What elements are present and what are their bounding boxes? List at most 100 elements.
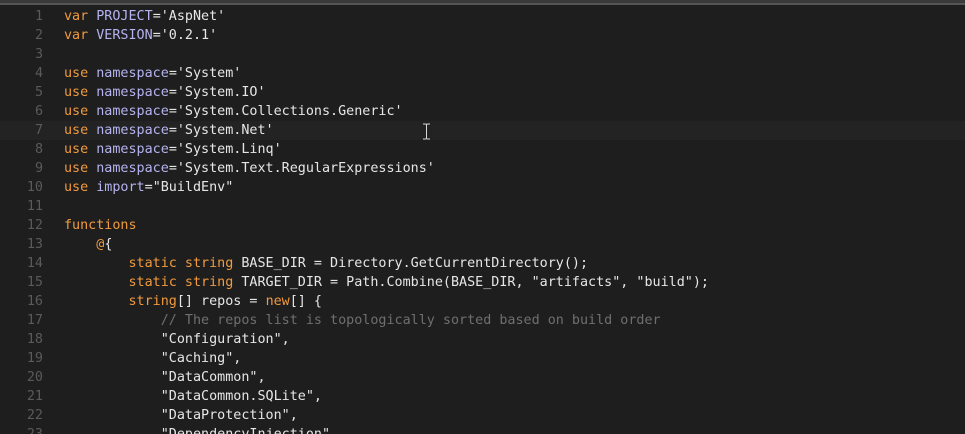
code-token: "Configuration", xyxy=(64,332,290,347)
code-token: use xyxy=(64,180,97,195)
code-token: static string xyxy=(128,256,242,271)
code-token: "BuildEnv" xyxy=(152,180,234,195)
code-text[interactable]: use import="BuildEnv" xyxy=(64,178,233,197)
code-token: = xyxy=(152,28,161,43)
code-token: = xyxy=(168,85,177,100)
code-token: use xyxy=(64,123,97,138)
code-line[interactable]: 16 string[] repos = new[] { xyxy=(0,292,965,311)
code-line[interactable]: 1 var PROJECT='AspNet' xyxy=(0,7,965,26)
code-line[interactable]: 6 use namespace='System.Collections.Gener… xyxy=(0,102,965,121)
code-line[interactable]: 21 "DataCommon.SQLite", xyxy=(0,387,965,406)
code-line[interactable]: 5 use namespace='System.IO' xyxy=(0,83,965,102)
code-text[interactable]: "DataProtection", xyxy=(64,406,298,425)
code-token: use xyxy=(64,104,97,119)
code-line[interactable]: 9 use namespace='System.Text.RegularExpre… xyxy=(0,159,965,178)
code-line[interactable]: 8 use namespace='System.Linq' xyxy=(0,140,965,159)
code-token: namespace xyxy=(96,85,169,100)
code-text[interactable]: // The repos list is topologically sorte… xyxy=(64,311,661,330)
code-line[interactable]: 13 @{ xyxy=(0,235,965,254)
line-number: 1 xyxy=(34,9,43,24)
code-token: functions xyxy=(64,218,137,233)
code-text[interactable]: "DependencyInjection", xyxy=(64,425,338,434)
code-line[interactable]: 15 static string TARGET_DIR = Path.Combi… xyxy=(0,273,965,292)
code-token: = xyxy=(144,180,153,195)
line-number: 18 xyxy=(26,332,43,347)
code-line[interactable]: 12 functions xyxy=(0,216,965,235)
code-token: var xyxy=(64,9,97,24)
code-line[interactable]: 14 static string BASE_DIR = Directory.Ge… xyxy=(0,254,965,273)
line-number: 9 xyxy=(34,161,43,176)
code-token: BASE_DIR = Directory.GetCurrentDirectory… xyxy=(241,256,589,271)
code-text[interactable]: @{ xyxy=(64,235,112,254)
code-token: use xyxy=(64,85,97,100)
code-text[interactable]: string[] repos = new[] { xyxy=(64,292,323,311)
code-line[interactable]: 23 "DependencyInjection", xyxy=(0,425,965,434)
code-token: [] repos = xyxy=(176,294,266,309)
code-text[interactable]: var PROJECT='AspNet' xyxy=(64,7,225,26)
code-token: '0.2.1' xyxy=(160,28,218,43)
line-number: 5 xyxy=(34,85,43,100)
code-line[interactable]: 22 "DataProtection", xyxy=(0,406,965,425)
code-token: = xyxy=(168,142,177,157)
code-line[interactable]: 17 // The repos list is topologically so… xyxy=(0,311,965,330)
code-token: "DataCommon.SQLite", xyxy=(64,389,322,404)
code-line[interactable]: 18 "Configuration", xyxy=(0,330,965,349)
code-token: namespace xyxy=(96,66,169,81)
code-line[interactable]: 2 var VERSION='0.2.1' xyxy=(0,26,965,45)
code-text[interactable]: use namespace='System.Text.RegularExpres… xyxy=(64,159,435,178)
code-token: = xyxy=(152,9,161,24)
code-line[interactable]: 11 xyxy=(0,197,965,216)
code-token: 'System.Net' xyxy=(176,123,274,138)
code-token: PROJECT xyxy=(96,9,153,24)
code-text[interactable]: use namespace='System' xyxy=(64,64,241,83)
code-token: 'System.Collections.Generic' xyxy=(176,104,403,119)
code-token: "DataProtection", xyxy=(64,408,298,423)
line-number: 23 xyxy=(0,425,43,434)
line-number: 3 xyxy=(34,47,43,62)
code-line[interactable]: 4 use namespace='System' xyxy=(0,64,965,83)
code-token: 'System' xyxy=(176,66,242,81)
code-text[interactable]: use namespace='System.IO' xyxy=(64,83,266,102)
code-text[interactable]: functions xyxy=(64,216,137,235)
code-text[interactable]: static string TARGET_DIR = Path.Combine(… xyxy=(64,273,709,292)
code-token: new xyxy=(265,294,290,309)
line-number: 2 xyxy=(34,28,43,43)
editor-top-strip xyxy=(0,0,965,3)
code-token: use xyxy=(64,161,97,176)
code-lines[interactable]: 1 var PROJECT='AspNet' 2 var VERSION='0.2.1… xyxy=(0,7,965,434)
code-text[interactable]: use namespace='System.Net' xyxy=(64,121,274,140)
line-number: 14 xyxy=(26,256,43,271)
code-text[interactable]: "Configuration", xyxy=(64,330,290,349)
code-token: string xyxy=(128,294,177,309)
code-text[interactable]: "DataCommon.SQLite", xyxy=(64,387,322,406)
code-text[interactable]: "DataCommon", xyxy=(64,368,266,387)
code-token: = xyxy=(168,66,177,81)
code-line[interactable]: 3 xyxy=(0,45,965,64)
code-line[interactable]: 20 "DataCommon", xyxy=(0,368,965,387)
code-text[interactable]: static string BASE_DIR = Directory.GetCu… xyxy=(64,254,589,273)
line-number: 12 xyxy=(26,218,43,233)
code-token: namespace xyxy=(96,161,169,176)
line-number: 17 xyxy=(26,313,43,328)
code-line[interactable]: 7 use namespace='System.Net' xyxy=(0,121,965,140)
code-token: { xyxy=(104,237,113,252)
code-text[interactable]: var VERSION='0.2.1' xyxy=(64,26,217,45)
code-token: 'AspNet' xyxy=(160,9,226,24)
code-line[interactable]: 19 "Caching", xyxy=(0,349,965,368)
code-token: use xyxy=(64,142,97,157)
text-cursor-icon xyxy=(422,123,431,140)
code-text[interactable]: use namespace='System.Linq' xyxy=(64,140,282,159)
code-text[interactable]: use namespace='System.Collections.Generi… xyxy=(64,102,403,121)
line-number: 16 xyxy=(26,294,43,309)
code-text[interactable]: "Caching", xyxy=(64,349,242,368)
code-editor[interactable]: 1 var PROJECT='AspNet' 2 var VERSION='0.2.1… xyxy=(0,0,965,434)
code-token: 'System.Linq' xyxy=(176,142,282,157)
code-line[interactable]: 10 use import="BuildEnv" xyxy=(0,178,965,197)
line-number: 15 xyxy=(26,275,43,290)
line-number: 10 xyxy=(26,180,43,195)
code-token: namespace xyxy=(96,104,169,119)
editor-top-border xyxy=(0,0,965,5)
